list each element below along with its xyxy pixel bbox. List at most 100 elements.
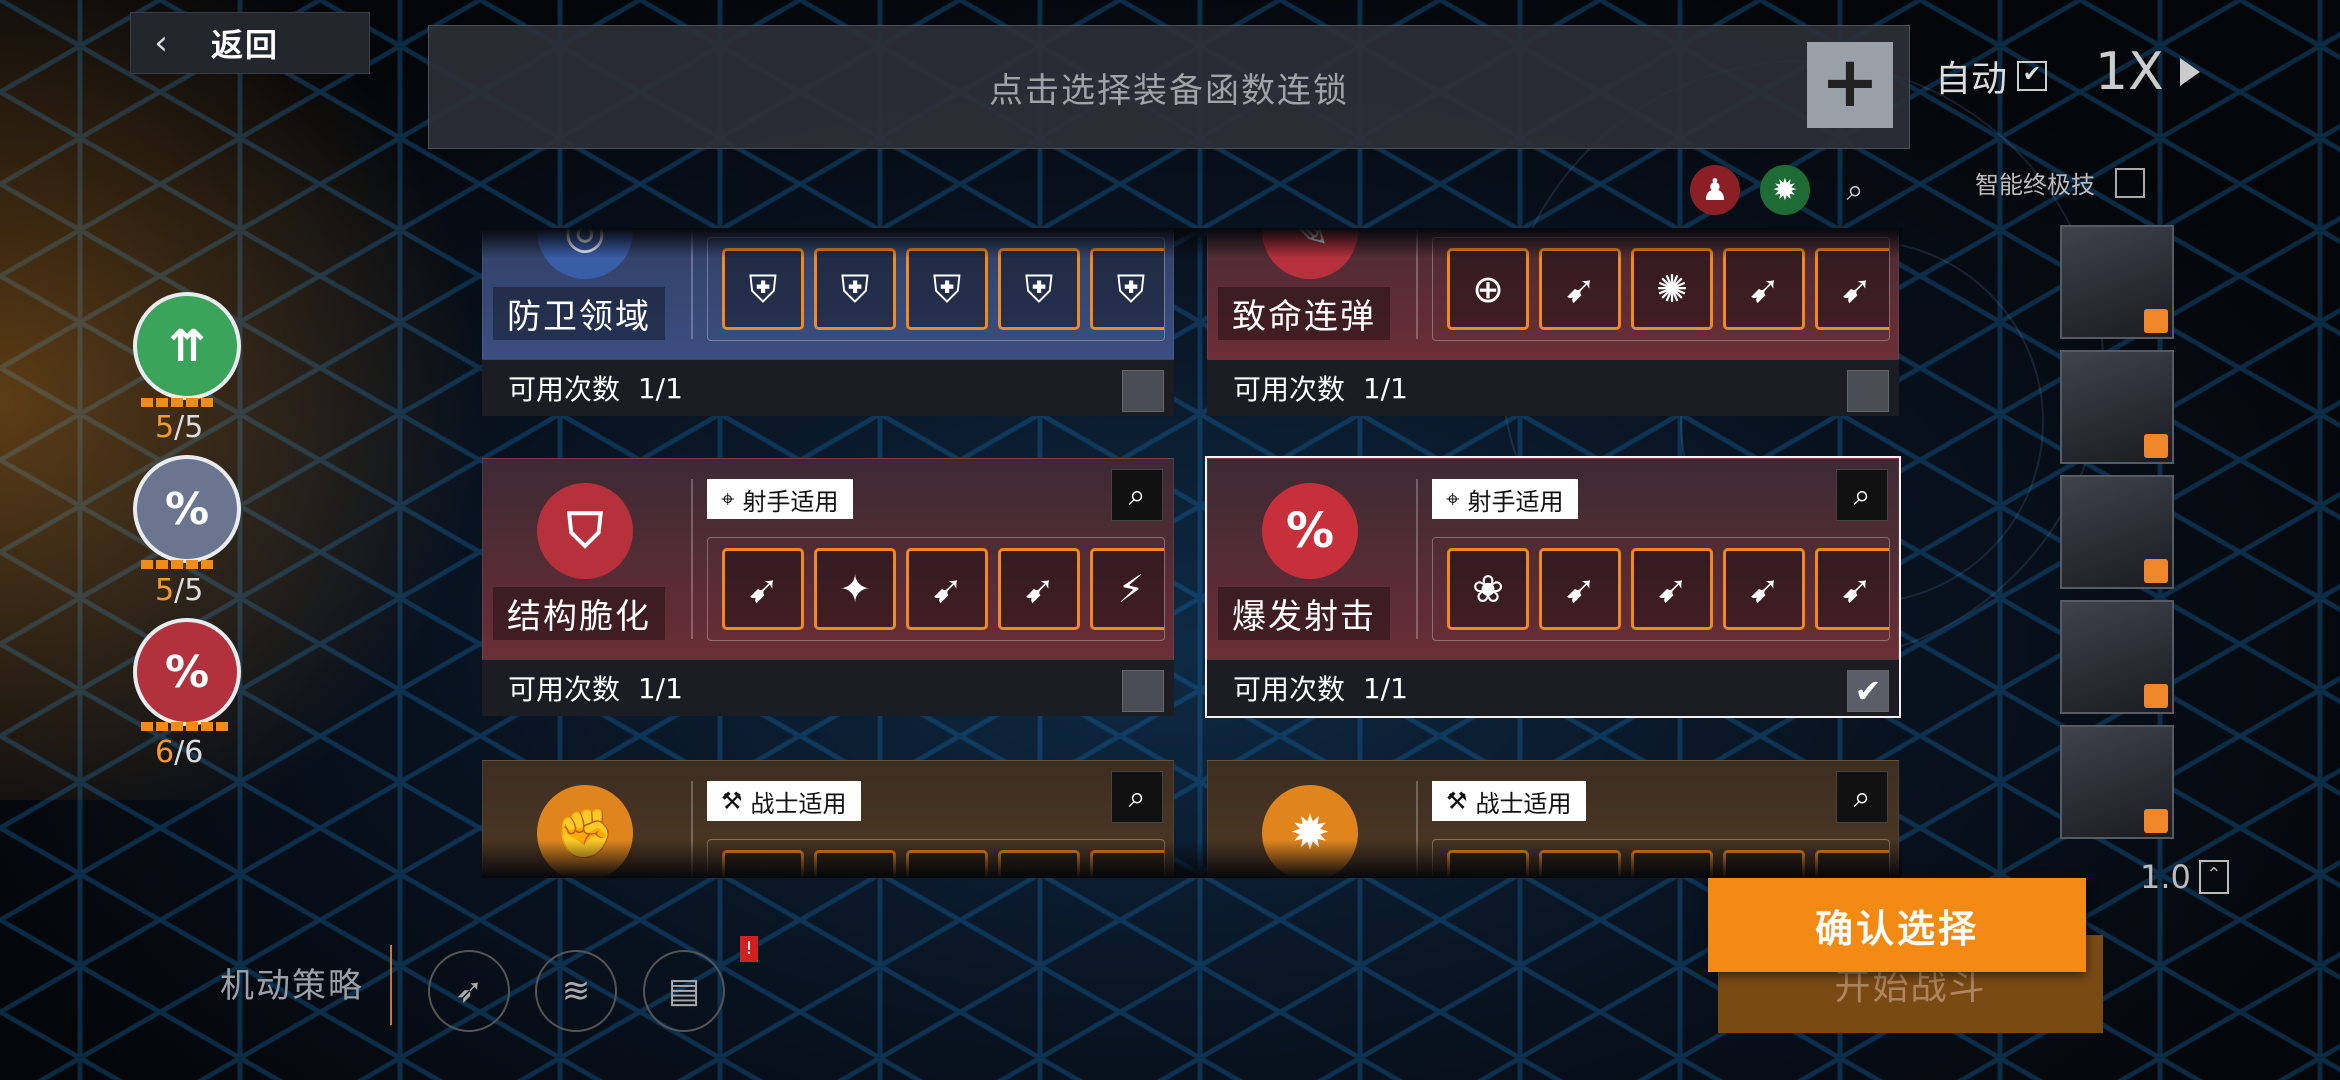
function-chip-icon[interactable]: ➹ <box>1723 248 1805 330</box>
function-card[interactable]: ✎ 致命连弹 ⊕ ➹ ✺ ➹ ➹ 可用次数 1/1 <box>1207 228 1899 416</box>
auto-toggle[interactable]: 自动 ✔ <box>1935 50 2048 102</box>
select-checkbox-checked[interactable]: ✔ <box>1847 670 1889 712</box>
class-tag-label: 射手适用 <box>742 487 839 516</box>
unit-portrait[interactable] <box>2060 350 2174 464</box>
function-chip-icon[interactable]: ➹ <box>1539 248 1621 330</box>
function-chip-icon[interactable]: ⛨ <box>906 248 988 330</box>
function-chip-icon[interactable]: ✦ <box>814 548 896 630</box>
function-card-list[interactable]: ◎ 防卫领域 ⛨ ⛨ ⛨ ⛨ ⛨ 可用次数 1/1 ✎ 致命连弹 ⊕ ➹ ✺ ➹… <box>482 228 1902 878</box>
function-chip-icon[interactable]: ⊕ <box>1447 248 1529 330</box>
tornado-icon[interactable]: ≋ <box>535 950 617 1032</box>
function-slots: ▪ ▪ ▪ ▪ ▪ <box>1432 839 1890 878</box>
skill-slot-2[interactable]: % <box>133 455 241 563</box>
unit-portrait[interactable] <box>2060 225 2174 339</box>
function-card[interactable]: ✹ ⚒战士适用 ⌕ ▪ ▪ ▪ ▪ ▪ <box>1207 760 1899 878</box>
broken-shield-emblem-icon: ⛉ <box>537 483 633 579</box>
function-chip-icon[interactable]: ➹ <box>998 548 1080 630</box>
select-checkbox[interactable] <box>1847 370 1889 412</box>
play-icon <box>2179 58 2200 86</box>
function-slots: ➹ ✦ ➹ ➹ ⚡ <box>707 537 1165 641</box>
function-chip-icon[interactable]: ⛨ <box>998 248 1080 330</box>
class-tag: ⌖ 射手适用 <box>707 479 853 519</box>
card-name: 爆发射击 <box>1218 587 1390 640</box>
function-chip-icon[interactable]: ➹ <box>1539 548 1621 630</box>
function-chip-icon[interactable]: ➹ <box>722 548 804 630</box>
function-chip-icon[interactable]: ⛨ <box>722 248 804 330</box>
dash-icon[interactable]: ➶ <box>428 950 510 1032</box>
search-icon[interactable]: ⌕ <box>1836 771 1888 823</box>
function-chip-icon[interactable]: ⛨ <box>1090 248 1164 330</box>
select-checkbox[interactable] <box>1122 370 1164 412</box>
search-icon[interactable]: ⌕ <box>1836 469 1888 521</box>
unit-portrait[interactable] <box>2060 725 2174 839</box>
back-button[interactable]: ‹ 返回 <box>130 12 370 74</box>
card-body: ✹ ⚒战士适用 ⌕ ▪ ▪ ▪ ▪ ▪ <box>1207 760 1899 878</box>
zoom-value: 1.0 <box>2140 858 2191 896</box>
function-slots: ▪ ▪ ▪ ▪ ▪ <box>707 839 1165 878</box>
function-chip-icon[interactable]: ▪ <box>1723 850 1805 878</box>
skill-1-count: 5/5 <box>155 410 204 445</box>
card-body: ◎ 防卫领域 ⛨ ⛨ ⛨ ⛨ ⛨ <box>482 228 1174 360</box>
alert-badge: ! <box>740 936 758 962</box>
function-chip-icon[interactable]: ⛨ <box>814 248 896 330</box>
confirm-selection-button[interactable]: 确认选择 <box>1708 878 2086 972</box>
search-icon[interactable]: ⌕ <box>1111 771 1163 823</box>
skill-1-charges <box>141 398 213 407</box>
function-chip-icon[interactable]: ▪ <box>1631 850 1713 878</box>
card-footer: 可用次数 1/1 <box>482 660 1174 716</box>
speed-label: 1X <box>2095 42 2164 102</box>
unit-portrait[interactable] <box>2060 600 2174 714</box>
unit-portrait[interactable] <box>2060 475 2174 589</box>
function-slots: ❀ ➹ ➹ ➹ ➹ <box>1432 537 1890 641</box>
back-label: 返回 <box>211 26 280 64</box>
function-chip-icon[interactable]: ✺ <box>1631 248 1713 330</box>
function-chip-icon[interactable]: ▪ <box>1447 850 1529 878</box>
function-card[interactable]: ◎ 防卫领域 ⛨ ⛨ ⛨ ⛨ ⛨ 可用次数 1/1 <box>482 228 1174 416</box>
function-chip-icon[interactable]: ⚡ <box>1090 548 1164 630</box>
function-chip-icon[interactable]: ▪ <box>1815 850 1889 878</box>
clipboard-icon[interactable]: ▤ <box>643 950 725 1032</box>
function-chip-icon[interactable]: ▪ <box>998 850 1080 878</box>
function-card[interactable]: ✊ ⚒战士适用 ⌕ ▪ ▪ ▪ ▪ ▪ <box>482 760 1174 878</box>
function-chip-icon[interactable]: ➹ <box>1723 548 1805 630</box>
function-card[interactable]: ⛉ 结构脆化 ⌖ 射手适用 ⌕ ➹ ✦ ➹ ➹ ⚡ 可用次数 1/1 <box>482 458 1174 716</box>
class-tag: ⚒ 战士适用 <box>707 781 861 821</box>
auto-checkbox[interactable]: ✔ <box>2017 61 2048 91</box>
function-chip-icon[interactable]: ➹ <box>906 548 988 630</box>
card-name: 致命连弹 <box>1218 287 1390 340</box>
skill-3-charges <box>141 722 228 731</box>
function-chain-slot[interactable]: 点击选择装备函数连锁 + <box>428 25 1910 149</box>
auto-label: 自动 <box>1935 59 2008 100</box>
smart-ultimate-checkbox[interactable] <box>2115 167 2145 198</box>
card-footer: 可用次数 1/1 <box>482 360 1174 416</box>
function-chip-icon[interactable]: ▪ <box>1539 850 1621 878</box>
function-chip-icon[interactable]: ➹ <box>1631 548 1713 630</box>
class-tag: ⚒ 战士适用 <box>1432 781 1586 821</box>
card-footer: 可用次数 1/1 <box>1207 360 1899 416</box>
function-chip-icon[interactable]: ➹ <box>1815 248 1889 330</box>
skill-slot-3[interactable]: % <box>133 618 241 726</box>
card-body: ⛉ 结构脆化 ⌖ 射手适用 ⌕ ➹ ✦ ➹ ➹ ⚡ <box>482 458 1174 660</box>
mobile-strategy-label[interactable]: 机动策略 <box>220 958 364 1007</box>
unit-class-tag <box>2144 559 2168 583</box>
function-chip-icon[interactable]: ▪ <box>814 850 896 878</box>
uses-value: 1/1 <box>637 671 683 705</box>
function-chip-icon[interactable]: ▪ <box>722 850 804 878</box>
search-icon[interactable]: ⌕ <box>1111 469 1163 521</box>
smart-ultimate-toggle[interactable]: 智能终极技 <box>1975 165 2145 200</box>
select-checkbox[interactable] <box>1122 670 1164 712</box>
crosshair-icon: ⌖ <box>1446 485 1460 513</box>
hammer-icon: ⚒ <box>1446 787 1468 815</box>
skill-slot-1[interactable]: ⇈ <box>133 292 241 400</box>
function-chip-icon[interactable]: ❀ <box>1447 548 1529 630</box>
function-card-selected[interactable]: % 爆发射击 ⌖ 射手适用 ⌕ ❀ ➹ ➹ ➹ ➹ 可用次数 1/1 ✔ <box>1205 456 1901 718</box>
add-chain-button[interactable]: + <box>1807 42 1893 128</box>
chevron-up-icon[interactable]: ⌃ <box>2198 860 2229 894</box>
unit-class-tag <box>2144 434 2168 458</box>
zoom-control[interactable]: 1.0 ⌃ <box>2140 858 2229 896</box>
function-chip-icon[interactable]: ▪ <box>1090 850 1164 878</box>
speed-button[interactable]: 1X <box>2095 42 2200 102</box>
function-chip-icon[interactable]: ➹ <box>1815 548 1889 630</box>
search-icon[interactable]: ⌕ <box>1830 165 1880 215</box>
function-chip-icon[interactable]: ▪ <box>906 850 988 878</box>
